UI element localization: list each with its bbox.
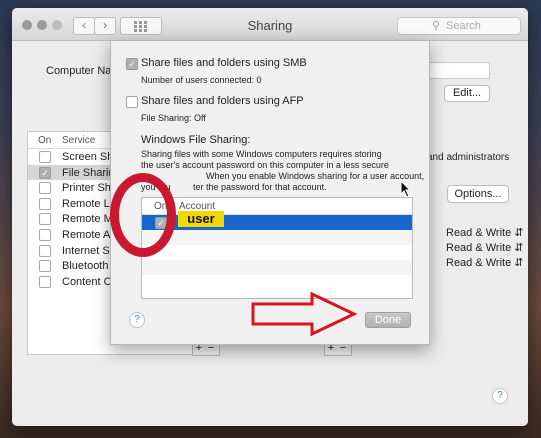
afp-status: File Sharing: Off: [141, 113, 206, 123]
windows-desc-line: the user's account password on this comp…: [141, 160, 389, 170]
empty-row: [142, 245, 412, 260]
service-checkbox[interactable]: [39, 244, 51, 257]
windows-desc-line: ter the password for that account.: [193, 182, 327, 192]
empty-row: [142, 260, 412, 275]
user-annotation-label: user: [178, 211, 224, 227]
computer-name-field[interactable]: [428, 62, 490, 79]
smb-checkbox[interactable]: ✓: [126, 58, 138, 70]
search-field[interactable]: ⚲ Search: [397, 17, 521, 35]
smb-checkbox-label: Share files and folders using SMB: [141, 57, 307, 69]
administrators-text: and administrators: [427, 152, 510, 163]
stepper-icon: ⇵: [514, 257, 524, 269]
service-checkbox[interactable]: [39, 275, 51, 288]
arrow-annotation: [251, 292, 358, 336]
service-checkbox[interactable]: [39, 197, 51, 210]
permission-select[interactable]: Read & Write ⇵: [446, 226, 524, 239]
permission-value: Read & Write: [446, 227, 512, 239]
service-checkbox[interactable]: [39, 228, 51, 241]
service-label: Printer Sha: [62, 182, 118, 195]
services-header-service: Service: [62, 135, 96, 146]
permission-value: Read & Write: [446, 257, 512, 269]
done-button[interactable]: Done: [365, 312, 411, 328]
empty-row: [142, 230, 412, 245]
smb-users-count: Number of users connected: 0: [141, 75, 262, 85]
stepper-icon: ⇵: [514, 242, 524, 254]
permission-select[interactable]: Read & Write ⇵: [446, 241, 524, 254]
edit-button[interactable]: Edit...: [444, 85, 490, 102]
permission-select[interactable]: Read & Write ⇵: [446, 256, 524, 269]
mouse-cursor-icon: [400, 180, 412, 198]
service-label: Remote Ap: [62, 228, 117, 241]
permission-value: Read & Write: [446, 242, 512, 254]
service-label: Remote Lo: [62, 197, 116, 210]
empty-row: [142, 275, 412, 290]
highlight-circle-annotation: [110, 173, 176, 257]
options-button[interactable]: Options...: [447, 185, 509, 203]
dialog-help-button[interactable]: ?: [129, 312, 145, 328]
windows-desc-line: When you enable Windows sharing for a us…: [206, 171, 425, 181]
service-checkbox[interactable]: [39, 213, 51, 226]
service-checkbox[interactable]: [39, 151, 51, 163]
search-icon: ⚲: [432, 20, 441, 32]
service-label: Remote M: [62, 213, 113, 226]
afp-checkbox[interactable]: [126, 96, 138, 108]
arrow-shape: [251, 292, 358, 336]
title-bar: ‹ › Sharing ⚲ Search: [12, 8, 528, 41]
help-button[interactable]: ?: [492, 388, 508, 404]
search-placeholder: Search: [446, 20, 481, 32]
service-label: Internet Sh: [62, 244, 116, 257]
service-checkbox[interactable]: [39, 182, 51, 195]
afp-checkbox-label: Share files and folders using AFP: [141, 95, 304, 107]
service-checkbox[interactable]: ✓: [39, 166, 51, 179]
windows-sharing-heading: Windows File Sharing:: [141, 134, 251, 146]
services-header-on: On: [38, 135, 52, 146]
service-checkbox[interactable]: [39, 260, 51, 273]
stepper-icon: ⇵: [514, 227, 524, 239]
computer-name-label: Computer Na: [46, 65, 112, 77]
windows-desc-line: Sharing files with some Windows computer…: [141, 149, 382, 159]
